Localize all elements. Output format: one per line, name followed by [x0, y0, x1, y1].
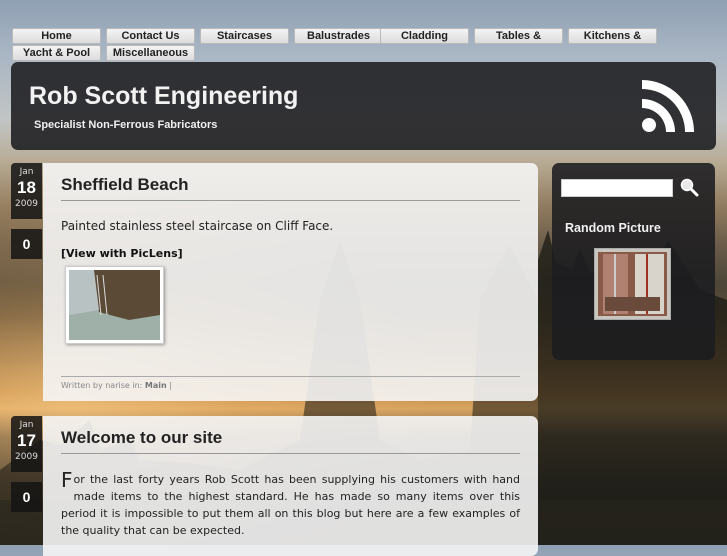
- random-picture-image: [595, 249, 670, 319]
- post-month: Jan: [19, 420, 34, 430]
- post-title[interactable]: Welcome to our site: [61, 428, 222, 448]
- search-icon[interactable]: [679, 177, 699, 197]
- nav-kitchens[interactable]: Kitchens &: [568, 28, 657, 44]
- divider: [61, 200, 520, 201]
- post-date: Jan 18 2009: [11, 163, 42, 219]
- meta-prefix: Written by narise in:: [61, 381, 143, 390]
- comment-count[interactable]: 0: [11, 229, 42, 259]
- post-year: 2009: [15, 199, 38, 209]
- meta-separator: |: [169, 381, 172, 390]
- random-picture-title: Random Picture: [565, 221, 661, 235]
- post-sheffield-beach: Sheffield Beach Painted stainless steel …: [43, 163, 538, 401]
- post-thumbnail[interactable]: [65, 266, 164, 344]
- post-meta: Written by narise in: Main |: [61, 381, 172, 390]
- comment-count[interactable]: 0: [11, 482, 42, 512]
- site-tagline: Specialist Non-Ferrous Fabricators: [34, 119, 218, 131]
- thumbnail-image: [69, 270, 160, 340]
- nav-yacht-pool[interactable]: Yacht & Pool: [12, 45, 101, 61]
- post-month: Jan: [19, 167, 34, 177]
- sidebar: Random Picture: [552, 163, 715, 360]
- post-day: 18: [17, 178, 36, 197]
- search-input[interactable]: [561, 179, 673, 197]
- nav-miscellaneous[interactable]: Miscellaneous: [106, 45, 195, 61]
- post-title[interactable]: Sheffield Beach: [61, 175, 189, 195]
- random-picture[interactable]: [594, 248, 671, 320]
- site-title[interactable]: Rob Scott Engineering: [29, 82, 298, 111]
- post-day: 17: [17, 431, 36, 450]
- nav-tables[interactable]: Tables &: [474, 28, 563, 44]
- rss-feed-icon[interactable]: [641, 79, 695, 133]
- site-header: Rob Scott Engineering Specialist Non-Fer…: [11, 62, 716, 150]
- divider: [61, 376, 520, 377]
- post-year: 2009: [15, 452, 38, 462]
- nav-contact-us[interactable]: Contact Us: [106, 28, 195, 44]
- post-date: Jan 17 2009: [11, 416, 42, 472]
- nav-staircases[interactable]: Staircases: [200, 28, 289, 44]
- piclens-link[interactable]: [View with PicLens]: [61, 247, 183, 260]
- drop-cap: F: [61, 468, 73, 492]
- divider: [61, 453, 520, 454]
- nav-balustrades[interactable]: Balustrades: [294, 28, 383, 44]
- post-body: For the last forty years Rob Scott has b…: [61, 468, 520, 539]
- category-link[interactable]: Main: [145, 381, 167, 390]
- post-text: Painted stainless steel staircase on Cli…: [61, 219, 334, 233]
- post-welcome: Welcome to our site For the last forty y…: [43, 416, 538, 556]
- nav-cladding[interactable]: Cladding: [380, 28, 469, 44]
- nav-home[interactable]: Home: [12, 28, 101, 44]
- post-body-text: or the last forty years Rob Scott has be…: [61, 473, 520, 537]
